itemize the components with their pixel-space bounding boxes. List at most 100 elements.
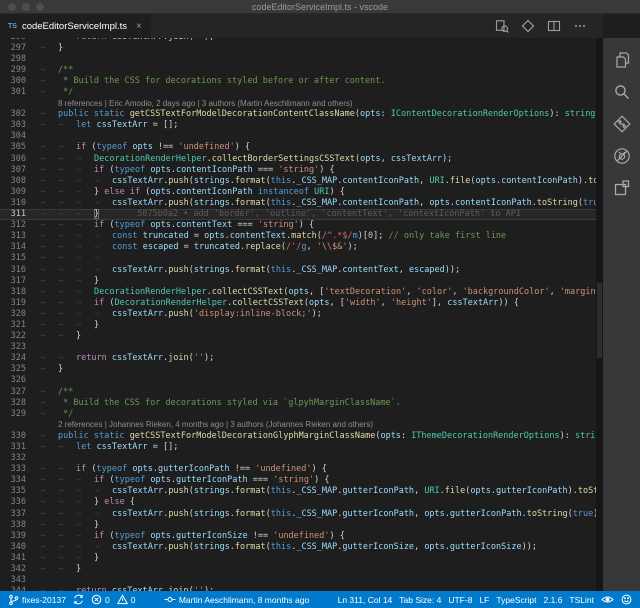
code-text: → */ — [26, 409, 73, 419]
tab-whitespace-icon: → — [94, 231, 112, 241]
code-line: 301→ */ — [0, 86, 603, 97]
code-line: 312→→→if (typeof opts.contentText === 's… — [0, 220, 603, 231]
preview-eye-icon[interactable] — [601, 594, 614, 605]
extensions-icon[interactable] — [603, 172, 640, 204]
tab-whitespace-icon: → — [76, 287, 94, 297]
line-number: 335 — [0, 486, 26, 496]
open-changes-icon[interactable] — [521, 19, 535, 33]
codelens[interactable]: 8 references | Eric Amodio, 2 days ago |… — [0, 98, 603, 109]
codelens[interactable]: 2 references | Johannes Rieken, 4 months… — [0, 419, 603, 430]
tab-whitespace-icon: → — [40, 242, 58, 252]
git-blame-item[interactable]: Martin Aeschlimann, 8 months ago — [164, 594, 309, 605]
tab-whitespace-icon: → — [58, 176, 76, 186]
tab-whitespace-icon: → — [58, 520, 76, 530]
tab-whitespace-icon: → — [40, 331, 58, 341]
tab-whitespace-icon: → — [40, 353, 58, 363]
language-mode[interactable]: TypeScript — [496, 595, 536, 605]
warnings-item[interactable]: 0 — [117, 594, 136, 605]
code-line: 324→→return cssTextArr.join(''); — [0, 353, 603, 364]
tab-whitespace-icon: → — [76, 320, 94, 330]
line-number: 328 — [0, 398, 26, 408]
tab-codeEditorServiceImpl[interactable]: TS codeEditorServiceImpl.ts × — [0, 14, 151, 38]
minimize-button[interactable] — [22, 3, 30, 11]
line-number: 297 — [0, 43, 26, 53]
tab-whitespace-icon: → — [40, 120, 58, 130]
close-button[interactable] — [8, 3, 16, 11]
tab-whitespace-icon: → — [40, 542, 58, 552]
cursor-position[interactable]: Ln 311, Col 14 — [338, 595, 393, 605]
tab-size[interactable]: Tab Size: 4 — [399, 595, 441, 605]
tab-whitespace-icon: → — [40, 531, 58, 541]
scrollbar[interactable] — [596, 38, 603, 591]
tab-whitespace-icon: → — [76, 253, 94, 263]
line-number: 317 — [0, 276, 26, 286]
line-number: 322 — [0, 331, 26, 341]
line-number: 337 — [0, 509, 26, 519]
tab-whitespace-icon: → — [40, 38, 58, 42]
search-icon[interactable] — [603, 76, 640, 108]
code-text: →public static getCSSTextForModelDecorat… — [26, 109, 603, 119]
tslint-status[interactable]: TSLint — [569, 595, 594, 605]
line-number: 339 — [0, 531, 26, 541]
code-line: 299→/** — [0, 64, 603, 75]
code-editor[interactable]: 296→→return cssTextArr.join('');297→}298… — [0, 38, 603, 591]
tab-close-icon[interactable]: × — [136, 21, 142, 32]
code-text: →→return cssTextArr.join(''); — [26, 353, 214, 363]
tab-whitespace-icon: → — [58, 287, 76, 297]
code-text: →→→} — [26, 320, 99, 330]
feedback-smiley-icon[interactable] — [621, 594, 632, 605]
open-preview-icon[interactable] — [495, 19, 509, 33]
explorer-icon[interactable] — [603, 44, 640, 76]
sync-icon[interactable] — [73, 594, 84, 605]
scrollbar-thumb[interactable] — [597, 283, 602, 358]
code-text: →→} — [26, 564, 81, 574]
tab-whitespace-icon: → — [58, 253, 76, 263]
tab-whitespace-icon: → — [94, 486, 112, 496]
encoding[interactable]: UTF-8 — [448, 595, 472, 605]
split-editor-icon[interactable] — [547, 19, 561, 33]
inline-blame-annotation: 5075b0a2 • add 'border', 'outline', 'con… — [99, 209, 521, 219]
line-number: 312 — [0, 220, 26, 230]
line-number: 306 — [0, 154, 26, 164]
zoom-button[interactable] — [36, 3, 44, 11]
tab-whitespace-icon: → — [40, 464, 58, 474]
eol-selector[interactable]: LF — [479, 595, 489, 605]
tab-whitespace-icon: → — [76, 209, 94, 219]
tab-whitespace-icon: → — [58, 475, 76, 485]
line-number: 341 — [0, 553, 26, 563]
errors-item[interactable]: 0 — [91, 594, 110, 605]
code-line: 333→→if (typeof opts.gutterIconPath !== … — [0, 464, 603, 475]
tab-whitespace-icon: → — [40, 520, 58, 530]
tab-whitespace-icon: → — [58, 320, 76, 330]
tab-whitespace-icon: → — [58, 331, 76, 341]
tab-whitespace-icon: → — [40, 364, 58, 374]
line-number: 321 — [0, 320, 26, 330]
tab-whitespace-icon: → — [76, 553, 94, 563]
codelens-text[interactable]: 2 references | Johannes Rieken, 4 months… — [26, 420, 373, 429]
tab-whitespace-icon: → — [58, 220, 76, 230]
line-number: 308 — [0, 176, 26, 186]
code-text: →→→if (typeof opts.gutterIconPath === 's… — [26, 475, 330, 485]
tab-whitespace-icon: → — [40, 298, 58, 308]
code-line: 317→→→} — [0, 275, 603, 286]
git-branch-item[interactable]: fixes-20137 — [8, 594, 66, 606]
code-text: →→→} else if (opts.contentIconPath insta… — [26, 187, 345, 197]
tab-whitespace-icon: → — [58, 265, 76, 275]
codelens-text[interactable]: 8 references | Eric Amodio, 2 days ago |… — [26, 99, 353, 108]
code-text: →→→→cssTextArr.push('display:inline-bloc… — [26, 309, 322, 319]
typescript-version[interactable]: 2.1.6 — [544, 595, 563, 605]
debug-icon[interactable] — [603, 140, 640, 172]
tab-whitespace-icon: → — [58, 564, 76, 574]
tab-whitespace-icon: → — [94, 242, 112, 252]
code-line: 310→→→→cssTextArr.push(strings.format(th… — [0, 197, 603, 208]
code-line: 314→→→→const escaped = truncated.replace… — [0, 242, 603, 253]
tab-whitespace-icon: → — [76, 276, 94, 286]
more-actions-icon[interactable] — [573, 19, 587, 33]
code-text: →→→→cssTextArr.push(strings.format(this.… — [26, 176, 603, 186]
tab-whitespace-icon: → — [40, 65, 58, 75]
tab-whitespace-icon: → — [40, 220, 58, 230]
source-control-icon[interactable] — [603, 108, 640, 140]
line-number: 300 — [0, 76, 26, 86]
tab-whitespace-icon: → — [58, 586, 76, 591]
code-line: 342→→} — [0, 564, 603, 575]
